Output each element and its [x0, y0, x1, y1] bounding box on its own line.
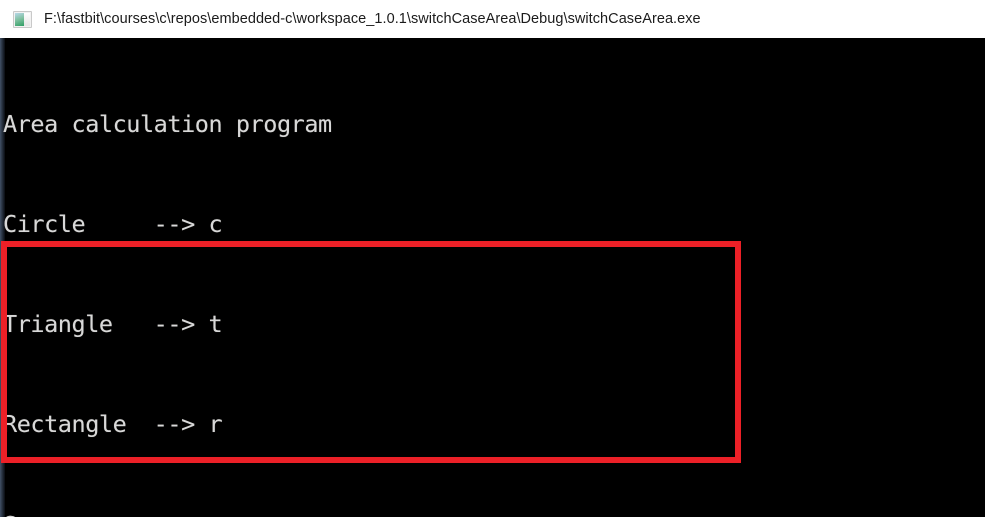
console-window-icon — [13, 10, 32, 28]
console-icon-glyph-left — [15, 12, 24, 26]
console-line-2: Triangle --> t — [3, 310, 223, 339]
console-output-area[interactable]: Area calculation program Circle --> c Tr… — [0, 38, 985, 517]
console-text-buffer: Area calculation program Circle --> c Tr… — [3, 41, 564, 517]
title-bar[interactable]: F:\fastbit\courses\c\repos\embedded-c\wo… — [0, 0, 985, 38]
console-line-1: Circle --> c — [3, 210, 223, 239]
console-application-window: F:\fastbit\courses\c\repos\embedded-c\wo… — [0, 0, 985, 517]
console-icon-glyph-right — [24, 12, 30, 26]
window-title: F:\fastbit\courses\c\repos\embedded-c\wo… — [44, 11, 701, 27]
console-line-0: Area calculation program — [3, 109, 332, 138]
console-line-3: Rectangle --> r — [3, 410, 223, 439]
console-line-4: Square --> s — [3, 509, 564, 517]
